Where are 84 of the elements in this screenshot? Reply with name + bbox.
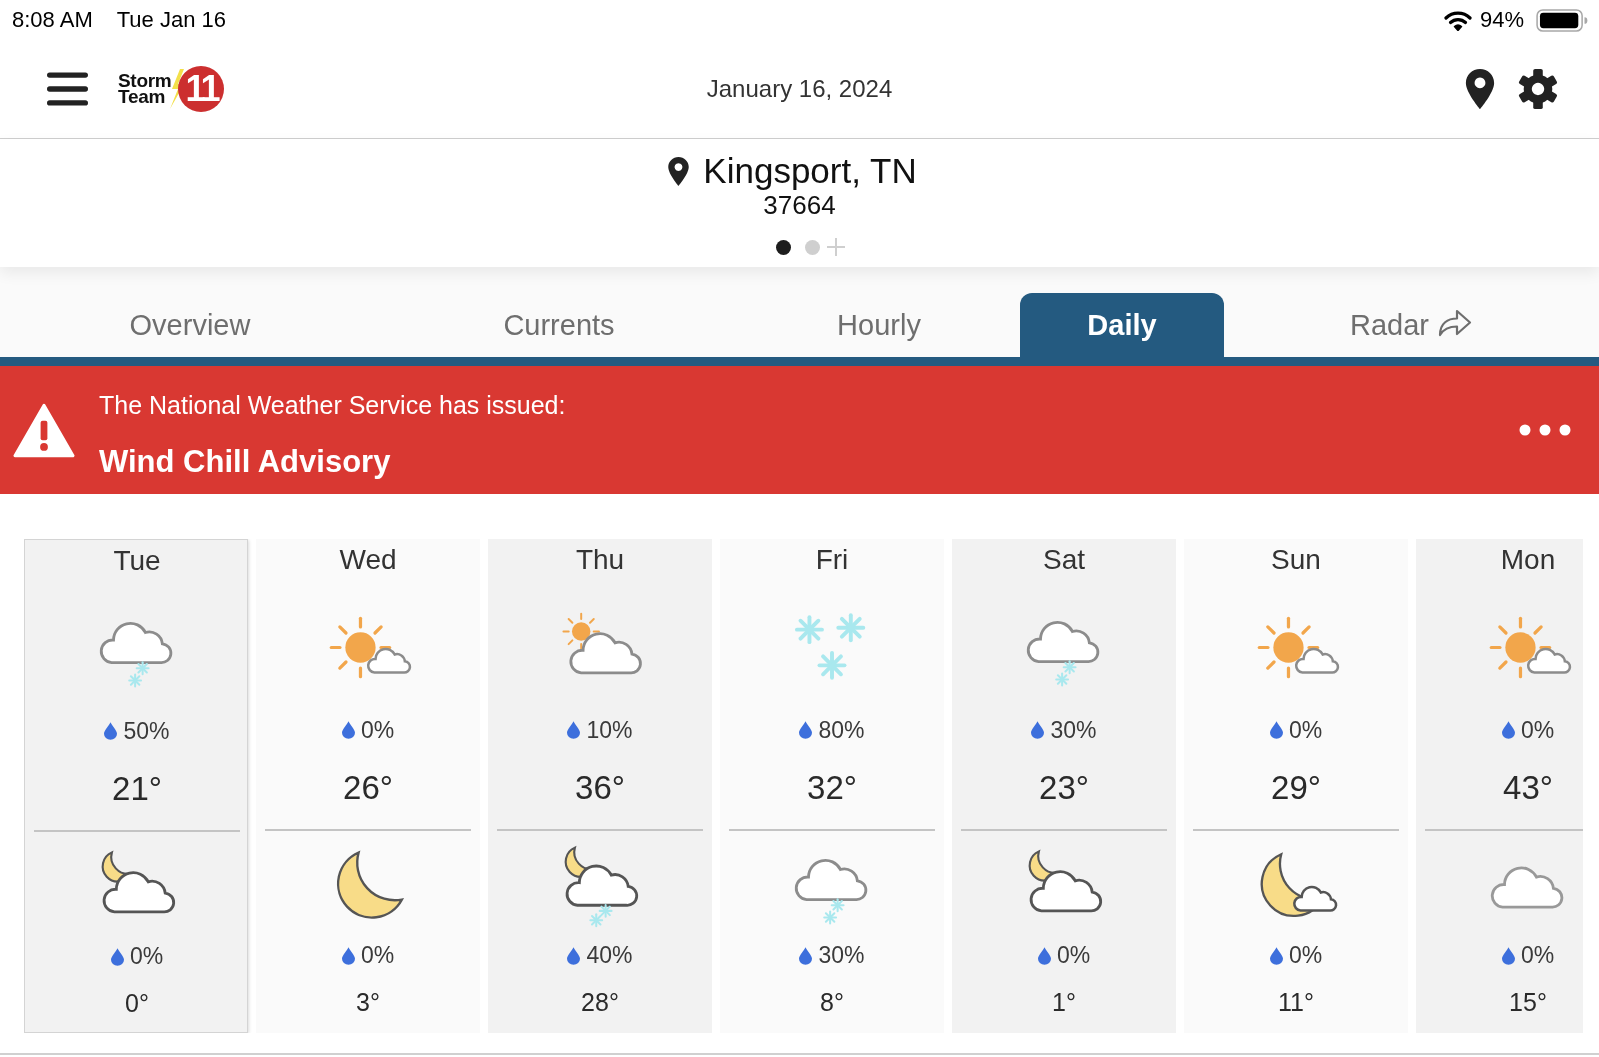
raindrop-icon [341,946,355,965]
tab[interactable]: Daily [1020,293,1224,357]
tab[interactable]: Radar [1224,293,1599,357]
low-temp: 3° [356,987,380,1018]
high-temp: 23° [1039,768,1089,808]
alert-title: Wind Chill Advisory [99,444,392,480]
status-date: Tue Jan 16 [116,7,226,33]
low-temp: 11° [1278,987,1314,1018]
low-temp: 15° [1509,987,1547,1018]
high-temp: 29° [1271,768,1321,808]
raindrop-icon [1037,946,1051,965]
raindrop-icon [1269,721,1283,739]
high-temp: 32° [807,768,857,808]
precip-chance: 0% [360,716,395,744]
battery-icon [1536,8,1588,32]
day-card[interactable]: Tue 50% 21° 0% 0° [24,539,248,1033]
day-card[interactable]: Thu 10% 36° 40% 28° [488,539,712,1033]
logo-text: Storm [118,73,172,89]
day-label: Thu [575,543,625,577]
low-temp: 0° [125,988,149,1019]
raindrop-icon [104,722,118,740]
raindrop-icon [110,947,124,966]
precip-chance: 10% [586,716,633,744]
day-card[interactable]: Sat 30% 23° 0% 1° [952,539,1176,1033]
precip-chance: 30% [818,942,865,969]
precip-chance: 30% [1050,716,1097,744]
alert-intro: The National Weather Service has issued: [99,390,567,420]
location-zip: 37664 [763,191,836,219]
raindrop-icon [567,946,581,965]
day-label: Tue [113,544,161,578]
low-temp: 8° [820,987,844,1018]
raindrop-icon [567,721,581,739]
raindrop-icon [799,946,813,965]
raindrop-icon [341,721,355,739]
page-dot-icon[interactable] [775,239,791,255]
logo-badge: 11 [178,66,225,112]
day-card[interactable]: Sun 0% 29° 0% 11° [1184,539,1408,1033]
raindrop-icon [799,721,813,739]
day-card[interactable]: Fri 80% 32° 30% 8° [720,539,944,1033]
precip-chance: 0% [360,942,395,969]
precip-chance: 40% [586,942,633,969]
battery-percent: 94% [1479,7,1524,33]
location-pin-icon [668,156,690,186]
high-temp: 43° [1503,768,1553,808]
location-pin-icon[interactable] [1465,69,1495,109]
raindrop-icon [1269,946,1283,965]
warning-icon [13,402,75,458]
page-dot-icon[interactable] [804,239,820,255]
header-date: January 16, 2024 [706,75,893,103]
raindrop-icon [1031,721,1045,739]
raindrop-icon [1501,946,1515,965]
day-card[interactable]: Wed 0% 26° 0% 3° [256,539,480,1033]
location-name: Kingsport, TN [703,151,917,191]
low-temp: 28° [581,987,619,1018]
logo-text: Team [118,89,166,105]
low-temp: 1° [1052,987,1076,1018]
high-temp: 26° [343,768,393,808]
day-label: Sun [1271,543,1321,577]
day-label: Fri [815,543,849,577]
wifi-icon [1443,9,1472,31]
precip-chance: 0% [1520,942,1555,969]
raindrop-icon [1501,721,1515,739]
tab[interactable]: Hourly [738,293,1020,357]
high-temp: 21° [112,769,162,809]
precip-chance: 0% [1288,716,1323,744]
precip-chance: 80% [818,716,865,744]
precip-chance: 0% [1520,716,1555,744]
day-card[interactable]: Mon 0% 43° 0% 15° [1416,539,1583,1033]
day-label: Wed [339,543,397,577]
status-time: 8:08 AM [12,7,93,33]
precip-chance: 0% [129,943,164,970]
settings-icon[interactable] [1517,68,1559,110]
precip-chance: 0% [1056,942,1091,969]
high-temp: 36° [575,768,625,808]
menu-icon[interactable] [47,72,88,106]
more-icon[interactable] [1519,424,1571,436]
day-label: Sat [1043,543,1085,577]
tab[interactable]: Overview [0,293,380,357]
day-label: Mon [1500,543,1556,577]
tab[interactable]: Currents [380,293,738,357]
precip-chance: 50% [123,717,170,745]
share-arrow-icon [1437,308,1473,338]
precip-chance: 0% [1288,942,1323,969]
alert-banner[interactable]: The National Weather Service has issued: Wind Chill Advisory [0,366,1599,494]
